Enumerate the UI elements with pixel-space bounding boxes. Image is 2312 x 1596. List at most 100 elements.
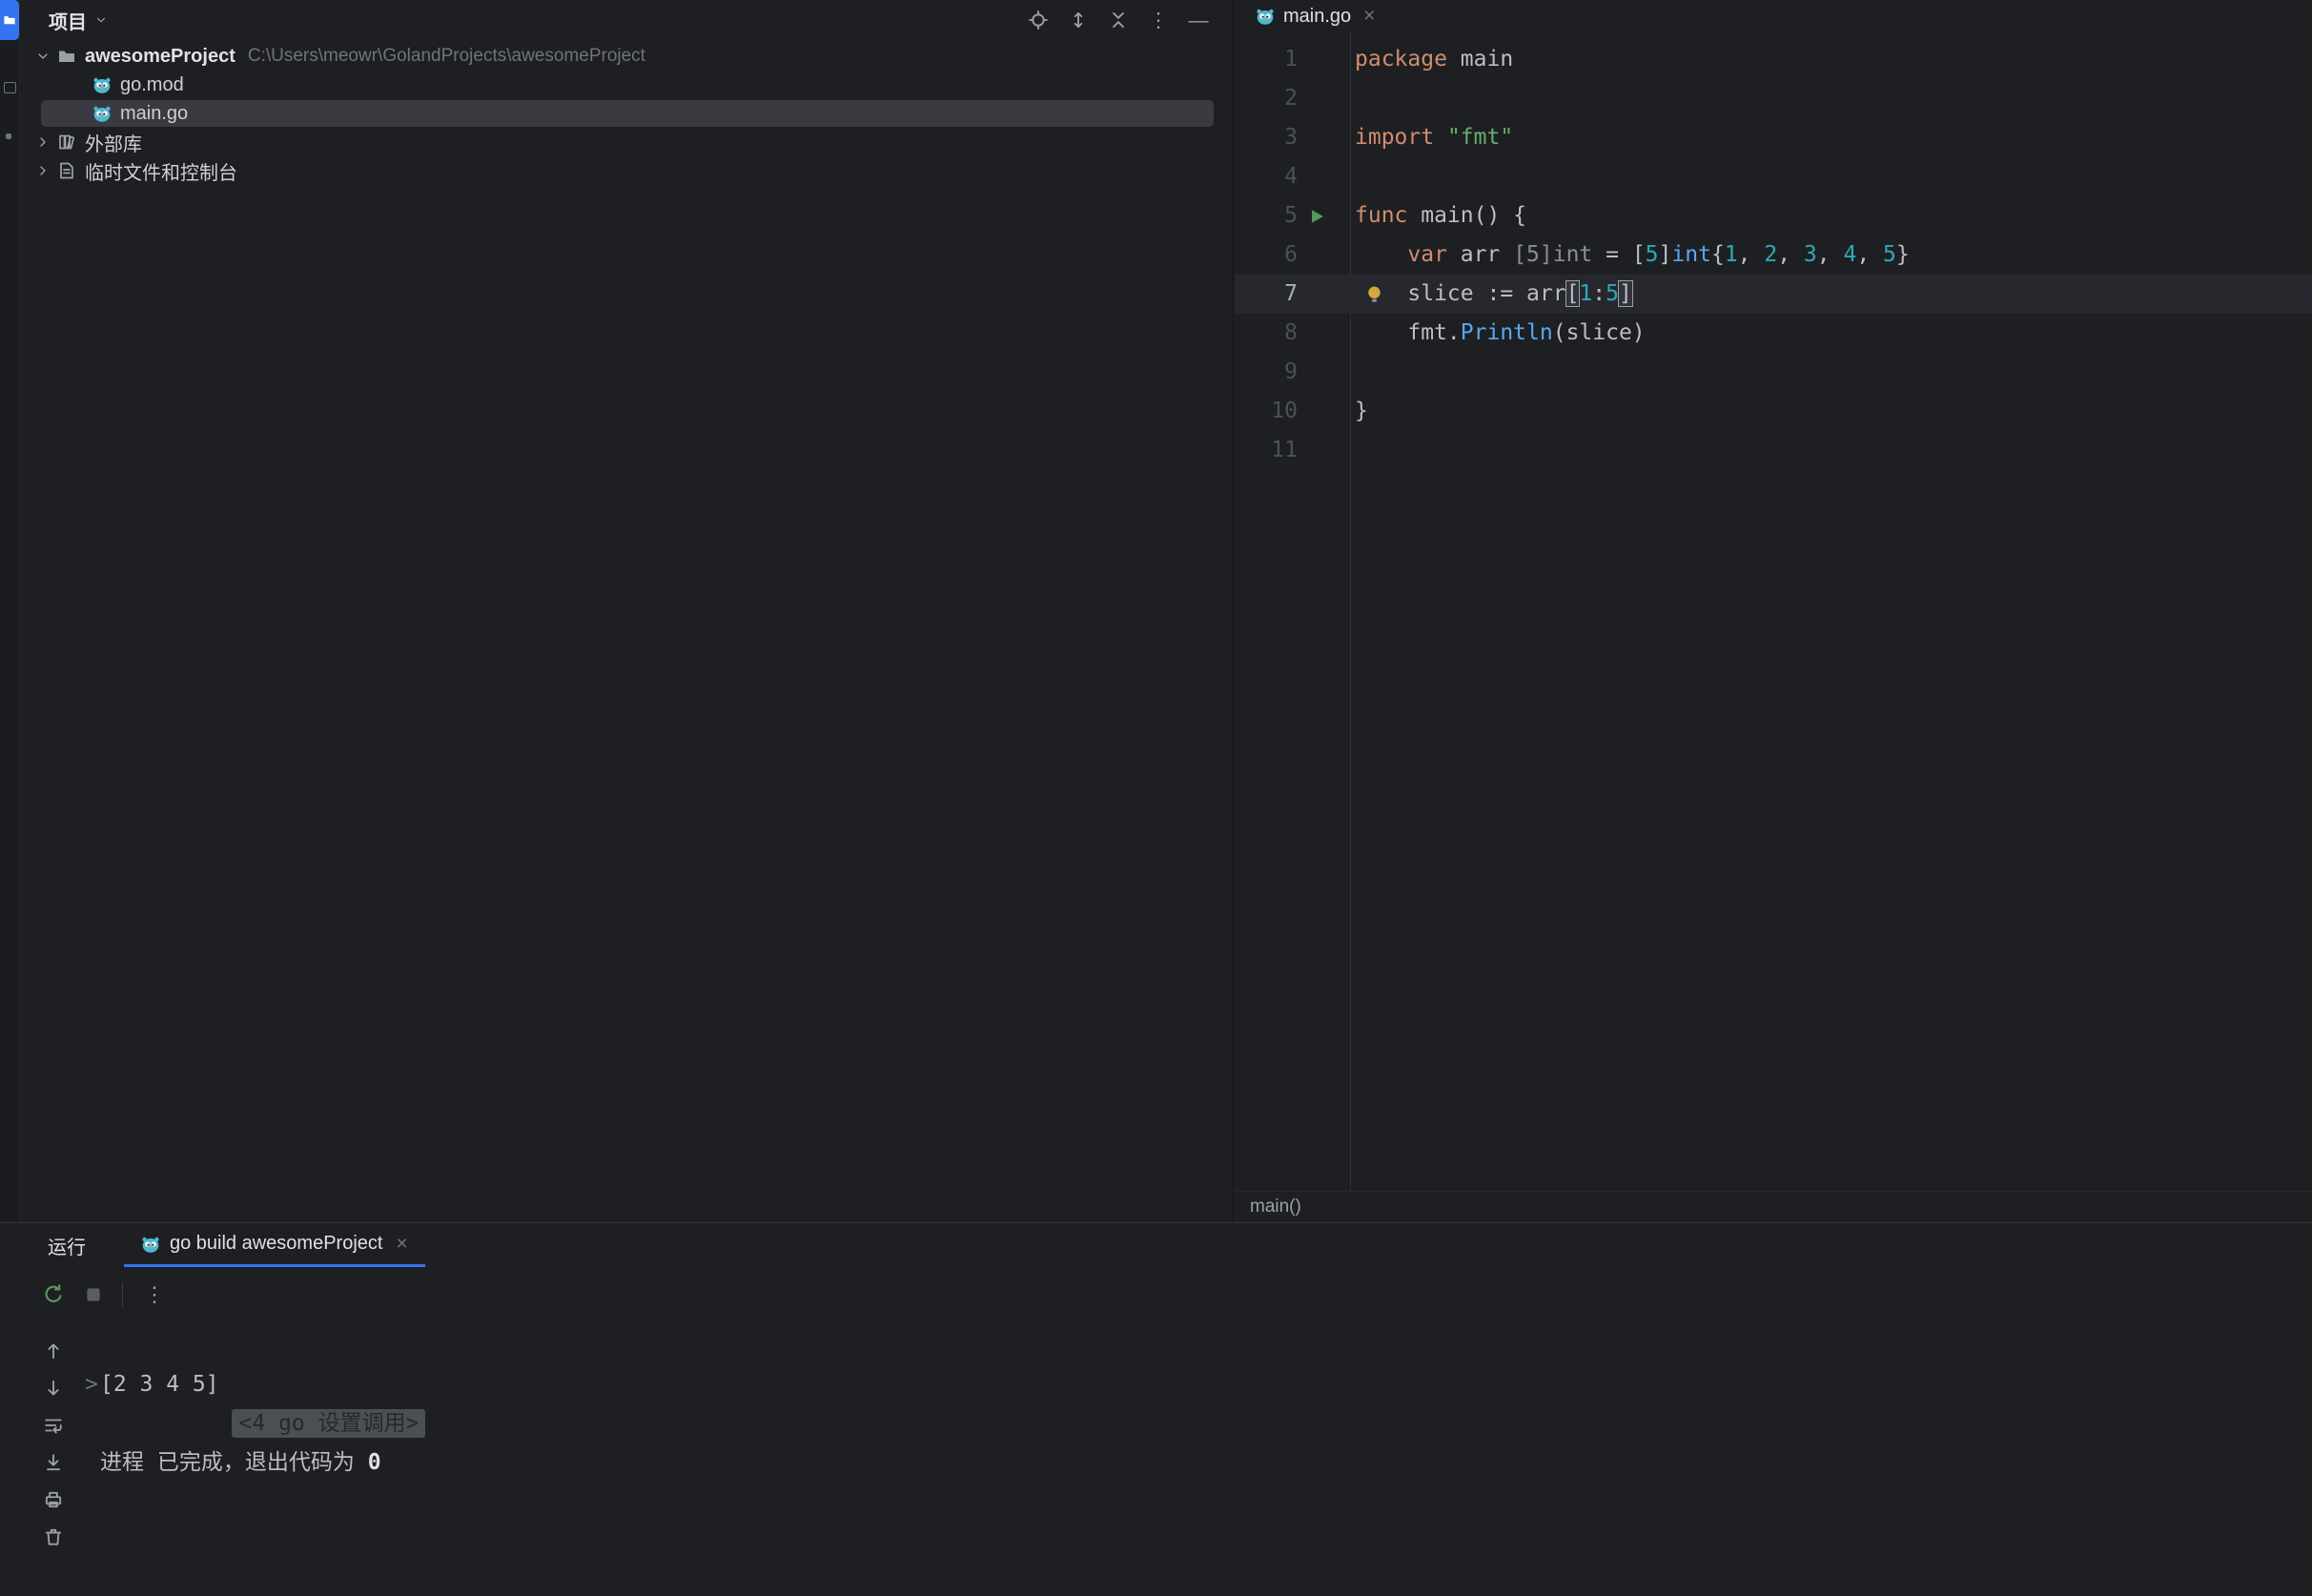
run-icon[interactable] — [1307, 207, 1326, 226]
code-text[interactable]: import "fmt" — [1350, 118, 2312, 157]
line-number[interactable]: 3 — [1235, 118, 1298, 157]
soft-wrap-button[interactable] — [42, 1414, 65, 1437]
gutter[interactable] — [1298, 392, 1350, 431]
code-line-7[interactable]: 7 slice := arr[1:5] — [1235, 275, 2312, 314]
code-text[interactable]: } — [1350, 392, 2312, 431]
line-number[interactable]: 2 — [1235, 79, 1298, 118]
exit-text: 进程 已完成，退出代码为 — [100, 1450, 368, 1475]
code-text[interactable]: package main — [1350, 40, 2312, 79]
line-number[interactable]: 5 — [1235, 196, 1298, 235]
code-text[interactable] — [1350, 431, 2312, 470]
stripe-tool-icon[interactable] — [4, 82, 16, 93]
node-label[interactable]: 外部库 — [85, 129, 142, 156]
more-options-button[interactable]: ⋮ — [1147, 9, 1170, 31]
project-stripe-button[interactable] — [0, 0, 19, 40]
console-zone: > <4 go 设置调用> [2 3 4 5] 进程 已完成，退出代码为 0 — [0, 1322, 2312, 1596]
code-line-3[interactable]: 3 import "fmt" — [1235, 118, 2312, 157]
gutter[interactable] — [1298, 118, 1350, 157]
editor-tab-maingo[interactable]: main.go × — [1244, 0, 1386, 32]
project-root-name[interactable]: awesomeProject — [85, 46, 235, 68]
next-occurrence-button[interactable] — [42, 1377, 65, 1400]
code-line-11[interactable]: 11 — [1235, 431, 2312, 470]
close-icon[interactable]: × — [1363, 5, 1375, 28]
code-text[interactable] — [1350, 79, 2312, 118]
run-console[interactable]: > <4 go 设置调用> [2 3 4 5] 进程 已完成，退出代码为 0 — [80, 1322, 2312, 1483]
code-line-10[interactable]: 10} — [1235, 392, 2312, 431]
file-label[interactable]: go.mod — [120, 74, 184, 96]
gutter[interactable] — [1298, 314, 1350, 353]
close-icon[interactable]: × — [396, 1233, 407, 1256]
line-number[interactable]: 7 — [1235, 275, 1298, 314]
line-number[interactable]: 4 — [1235, 157, 1298, 196]
chevron-right-icon[interactable] — [35, 134, 51, 150]
clear-console-button[interactable] — [42, 1525, 65, 1548]
code-line-1[interactable]: 1 package main — [1235, 40, 2312, 79]
code-text[interactable]: var arr [5]int = [5]int{1, 2, 3, 4, 5} — [1350, 235, 2312, 275]
stop-button[interactable] — [82, 1283, 105, 1306]
code-text[interactable] — [1350, 353, 2312, 392]
exit-code: 0 — [368, 1450, 381, 1475]
code-line-2[interactable]: 2 — [1235, 79, 2312, 118]
breadcrumb[interactable]: main() — [1250, 1197, 1301, 1217]
file-label[interactable]: main.go — [120, 103, 188, 125]
hide-panel-button[interactable]: — — [1187, 9, 1210, 31]
tree-row-root[interactable]: awesomeProject C:\Users\meowr\GolandProj… — [20, 42, 1233, 71]
node-label[interactable]: 临时文件和控制台 — [85, 157, 237, 185]
go-file-icon — [141, 1235, 160, 1254]
code-line-4[interactable]: 4 — [1235, 157, 2312, 196]
tree-row-external-libraries[interactable]: 外部库 — [20, 128, 1233, 156]
editor-area: main.go × 1 package main 23 import "fmt" 45 f… — [1235, 0, 2312, 1222]
gutter[interactable] — [1298, 235, 1350, 275]
code-line-5[interactable]: 5 func main() { — [1235, 196, 2312, 235]
code-text[interactable] — [1350, 157, 2312, 196]
intention-bulb-icon[interactable] — [1363, 283, 1385, 305]
chevron-down-icon[interactable] — [35, 49, 51, 64]
trash-icon — [43, 1526, 64, 1547]
scroll-to-end-button[interactable] — [42, 1451, 65, 1474]
library-icon — [57, 133, 76, 152]
gutter[interactable] — [1298, 40, 1350, 79]
chevron-right-icon[interactable] — [35, 163, 51, 178]
chevron-down-icon[interactable] — [94, 13, 108, 27]
tree-row-scratches[interactable]: 临时文件和控制台 — [20, 156, 1233, 185]
line-number[interactable]: 9 — [1235, 353, 1298, 392]
run-tab-go-build[interactable]: go build awesomeProject × — [124, 1223, 425, 1267]
gutter[interactable] — [1298, 79, 1350, 118]
stripe-dot-icon[interactable] — [6, 133, 11, 139]
expand-all-button[interactable] — [1067, 9, 1090, 31]
line-number[interactable]: 10 — [1235, 392, 1298, 431]
print-button[interactable] — [42, 1488, 65, 1511]
stop-icon — [83, 1284, 104, 1305]
gutter[interactable] — [1298, 157, 1350, 196]
code-text[interactable]: fmt.Println(slice) — [1350, 314, 2312, 353]
project-panel-title[interactable]: 项目 — [49, 7, 87, 34]
collapse-all-icon — [1108, 10, 1129, 31]
line-number[interactable]: 11 — [1235, 431, 1298, 470]
tree-row-maingo[interactable]: main.go — [20, 99, 1233, 128]
code-text[interactable]: func main() { — [1350, 196, 2312, 235]
tree-row-gomod[interactable]: go.mod — [20, 71, 1233, 99]
code-line-6[interactable]: 6 var arr [5]int = [5]int{1, 2, 3, 4, 5} — [1235, 235, 2312, 275]
gutter[interactable] — [1298, 196, 1350, 235]
line-number[interactable]: 6 — [1235, 235, 1298, 275]
run-tool-label[interactable]: 运行 — [48, 1232, 86, 1259]
line-number[interactable]: 8 — [1235, 314, 1298, 353]
code-line-8[interactable]: 8 fmt.Println(slice) — [1235, 314, 2312, 353]
run-tab-label[interactable]: go build awesomeProject — [170, 1233, 382, 1255]
code-text[interactable]: slice := arr[1:5] — [1350, 275, 2312, 314]
code-editor[interactable]: 1 package main 23 import "fmt" 45 func main()… — [1235, 32, 2312, 1192]
rerun-button[interactable] — [42, 1283, 65, 1306]
collapse-all-button[interactable] — [1107, 9, 1130, 31]
gutter[interactable] — [1298, 275, 1350, 314]
go-file-icon — [1256, 7, 1275, 26]
line-number[interactable]: 1 — [1235, 40, 1298, 79]
prev-occurrence-button[interactable] — [42, 1340, 65, 1362]
code-line-9[interactable]: 9 — [1235, 353, 2312, 392]
locate-file-button[interactable] — [1027, 9, 1050, 31]
gutter[interactable] — [1298, 431, 1350, 470]
go-file-icon — [92, 104, 112, 123]
editor-tab-label[interactable]: main.go — [1283, 6, 1351, 28]
gutter[interactable] — [1298, 353, 1350, 392]
run-toolbar: ⋮ — [0, 1267, 2312, 1322]
more-options-button[interactable]: ⋮ — [140, 1282, 169, 1307]
